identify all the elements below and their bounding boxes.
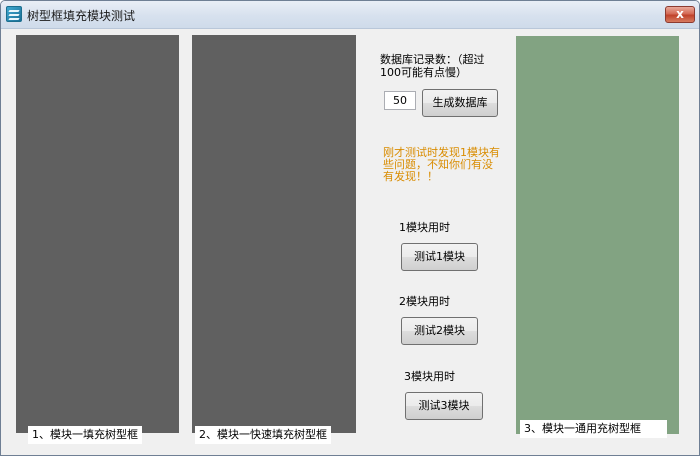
treeview-module1-caption: 1、模块一填充树型框 [28, 426, 142, 444]
title-bar[interactable]: 树型框填充模块测试 x [1, 1, 699, 29]
test-module2-button[interactable]: 测试2模块 [401, 317, 478, 345]
module1-time-label: 1模块用时 [399, 221, 450, 234]
generate-database-button[interactable]: 生成数据库 [422, 89, 498, 117]
treeview-module2[interactable] [192, 35, 356, 433]
treeview-module1[interactable] [16, 35, 179, 433]
window-title: 树型框填充模块测试 [27, 9, 136, 23]
close-button[interactable]: x [665, 6, 695, 23]
treeview-module2-caption: 2、模块一快速填充树型框 [195, 426, 331, 444]
module2-time-label: 2模块用时 [399, 295, 450, 308]
test-module3-button[interactable]: 测试3模块 [405, 392, 483, 420]
record-count-input[interactable] [384, 91, 416, 110]
warning-message: 刚才测试时发现1模块有些问题，不知你们有没有发现！！ [383, 146, 500, 183]
tree-app-icon [6, 6, 22, 22]
treeview-module3[interactable] [516, 36, 679, 434]
close-icon: x [676, 7, 684, 21]
record-count-label: 数据库记录数：（超过100可能有点慢） [380, 53, 485, 79]
treeview-module3-caption: 3、模块一通用充树型框 [520, 420, 667, 438]
module3-time-label: 3模块用时 [404, 370, 455, 383]
test-module1-button[interactable]: 测试1模块 [401, 243, 478, 271]
main-window: 树型框填充模块测试 x 1、模块一填充树型框 2、模块一快速填充树型框 3、模块… [0, 0, 700, 456]
